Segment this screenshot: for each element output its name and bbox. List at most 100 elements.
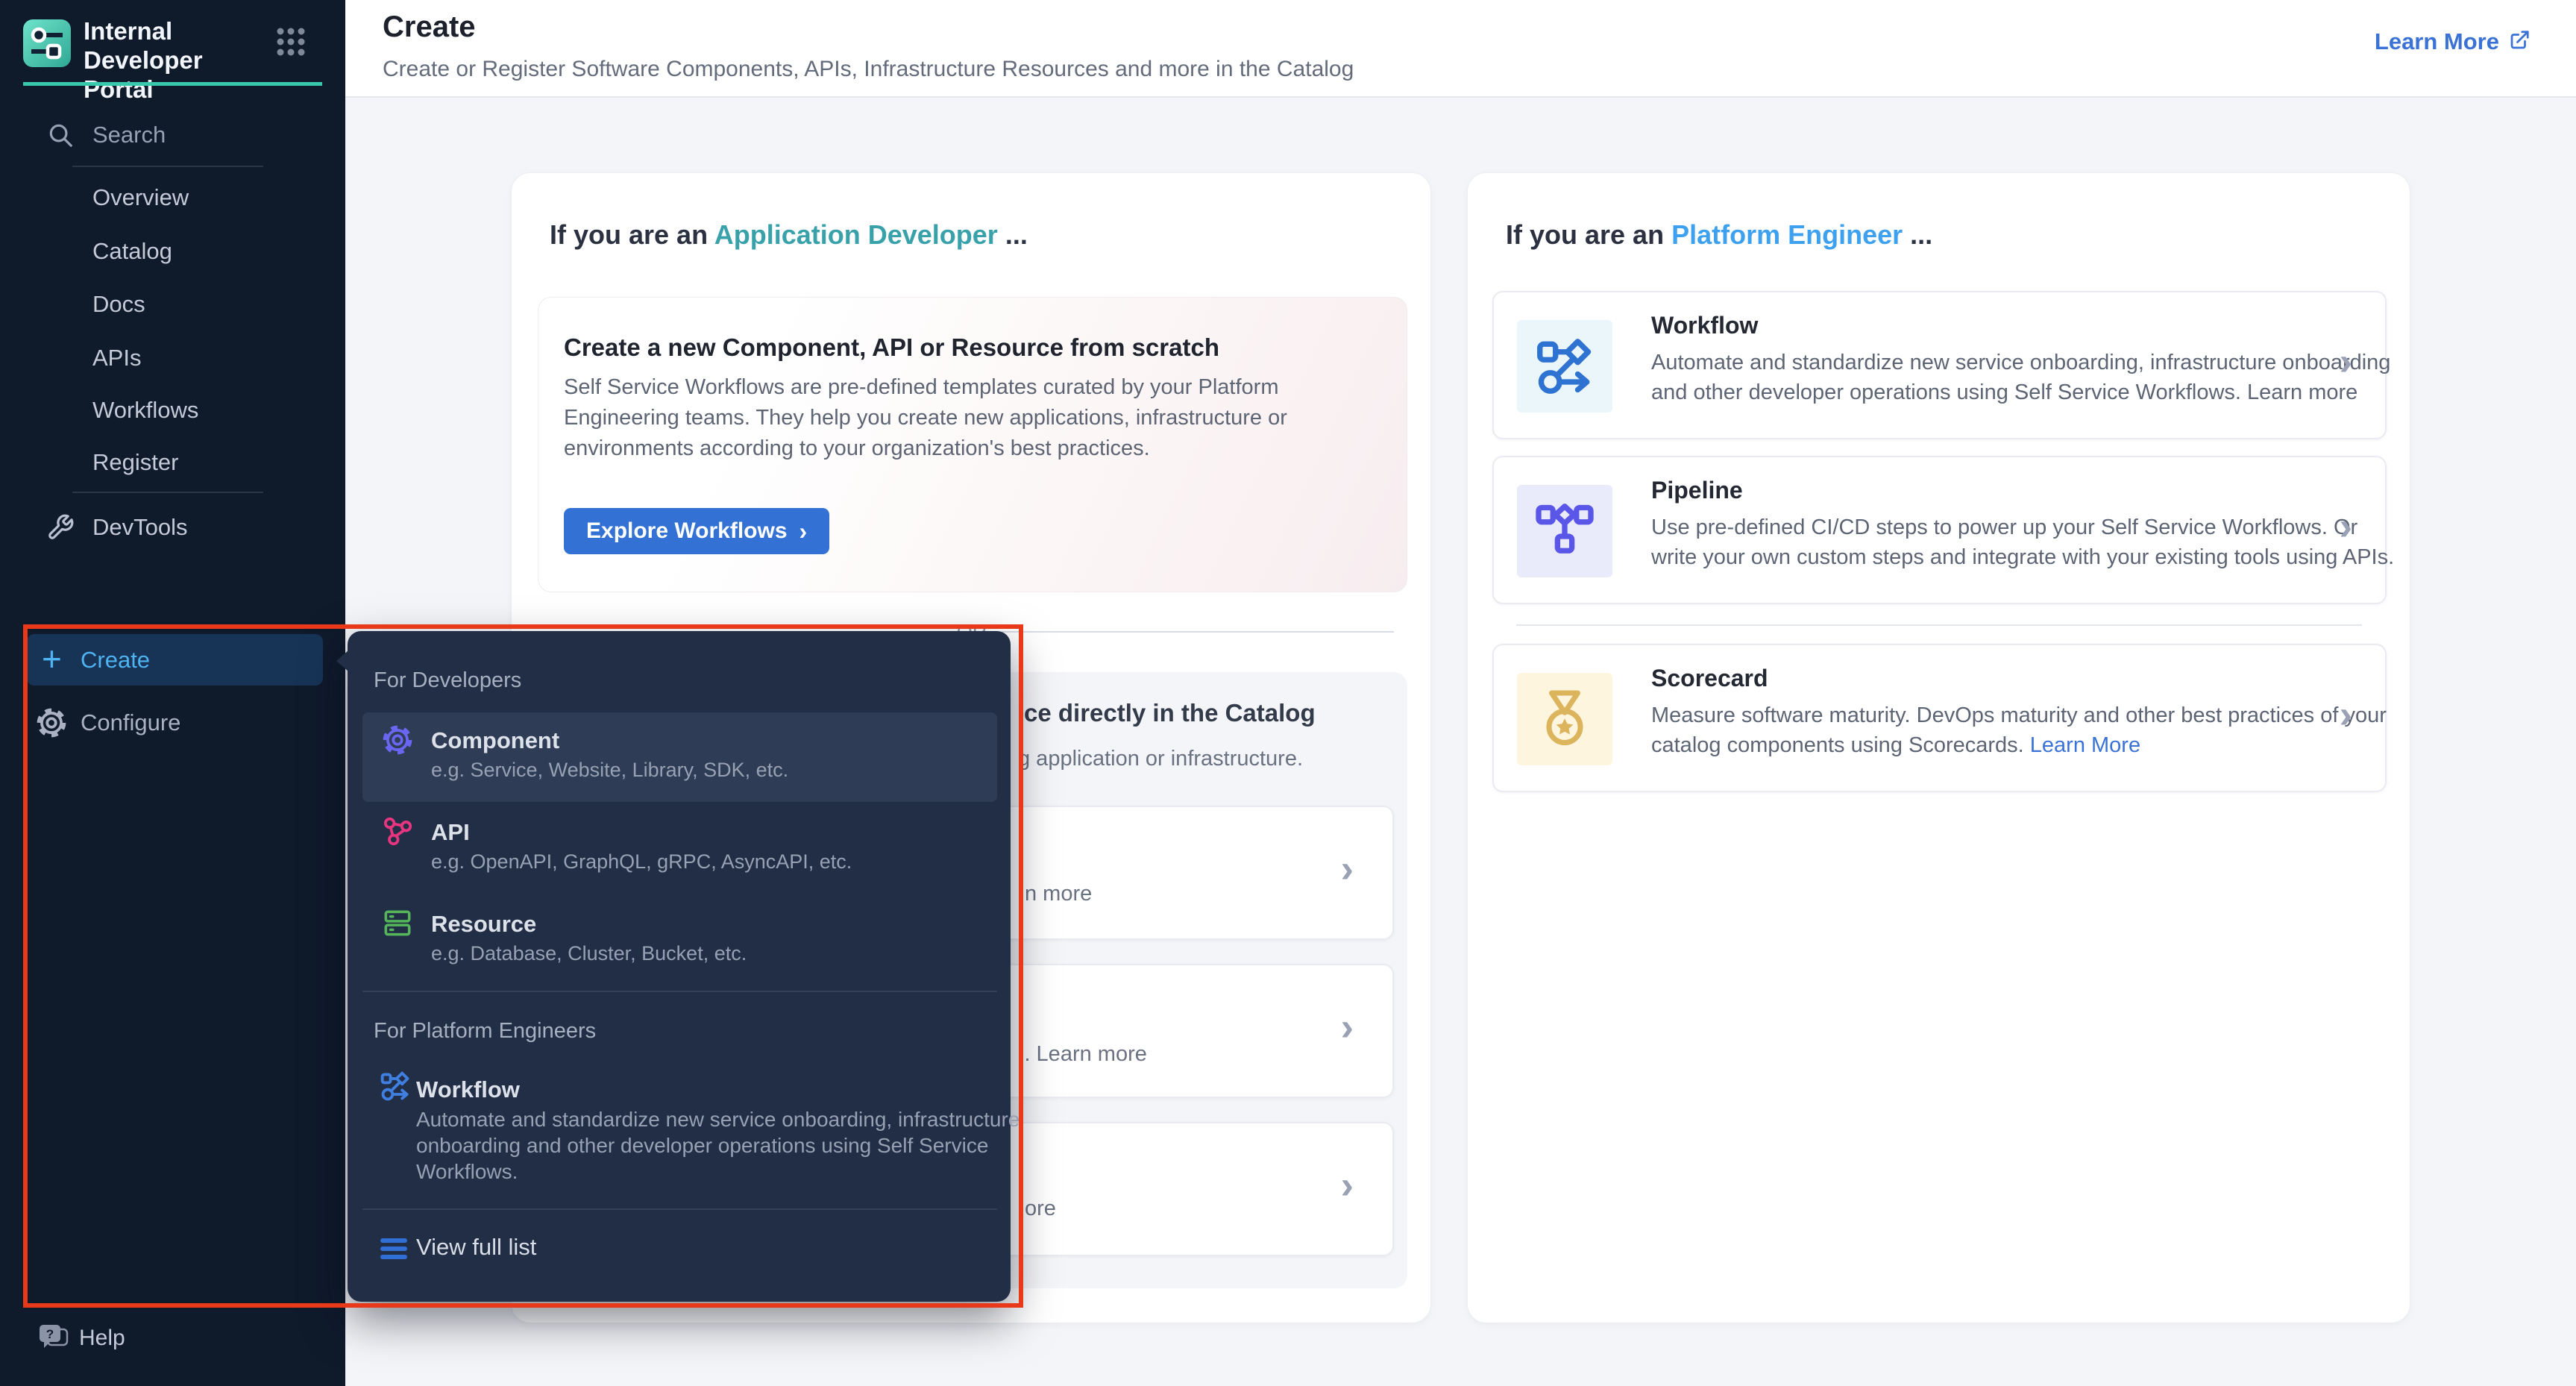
sidebar-divider <box>72 166 263 167</box>
chevron-right-icon: › <box>1341 847 1354 891</box>
help-label: Help <box>79 1319 125 1358</box>
card-text-fragment: n more <box>1025 882 1092 906</box>
flyout-item-title: API <box>431 819 470 846</box>
sidebar-item-label: Catalog <box>92 234 172 269</box>
chevron-right-icon: › <box>2340 339 2352 384</box>
row-description: Use pre-defined CI/CD steps to power up … <box>1651 512 2397 572</box>
api-icon <box>380 815 415 853</box>
heading-suffix: ... <box>998 219 1028 250</box>
sidebar-item-overview[interactable]: Overview <box>0 181 345 215</box>
chevron-right-icon: › <box>1341 1005 1354 1050</box>
row-divider <box>1516 624 2362 626</box>
flyout-item-subtitle: e.g. Service, Website, Library, SDK, etc… <box>431 759 788 782</box>
internal-developer-portal-app: Internal Developer Portal Search Overvie… <box>0 0 2576 1386</box>
learn-more-link[interactable]: Learn More <box>2375 28 2531 55</box>
flyout-divider <box>362 1208 997 1210</box>
scorecard-row[interactable]: Scorecard Measure software maturity. Dev… <box>1492 644 2387 792</box>
pipeline-icon <box>1517 485 1612 577</box>
sidebar-item-label: Register <box>92 445 178 480</box>
row-title: Scorecard <box>1651 665 1768 692</box>
flyout-item-api[interactable]: API e.g. OpenAPI, GraphQL, gRPC, AsyncAP… <box>362 804 997 894</box>
resource-icon <box>380 906 415 944</box>
row-title: Workflow <box>1651 312 1758 339</box>
heading-role: Application Developer <box>714 219 998 250</box>
explore-workflows-label: Explore Workflows <box>586 518 788 544</box>
sidebar-item-docs[interactable]: Docs <box>0 287 345 322</box>
platform-engineer-card: If you are an Platform Engineer ... Work… <box>1467 172 2410 1323</box>
explore-workflows-button[interactable]: Explore Workflows › <box>564 508 829 554</box>
register-heading-fragment: ce directly in the Catalog <box>1024 699 1316 727</box>
sidebar-item-apis[interactable]: APIs <box>0 341 345 375</box>
sidebar-accent-rule <box>23 82 322 86</box>
page-title: Create <box>383 10 476 44</box>
page-header: Create Create or Register Software Compo… <box>345 0 2576 98</box>
sidebar-item-label: Workflows <box>92 393 198 427</box>
sidebar-item-configure[interactable]: Configure <box>0 697 345 748</box>
sidebar-item-devtools[interactable]: DevTools <box>0 510 345 545</box>
flyout-workflow-title[interactable]: Workflow <box>416 1076 520 1103</box>
search-label: Search <box>92 118 166 152</box>
heading-role: Platform Engineer <box>1671 219 1903 250</box>
sidebar-item-register[interactable]: Register <box>0 445 345 480</box>
pipeline-row[interactable]: Pipeline Use pre-defined CI/CD steps to … <box>1492 456 2387 604</box>
row-description-text: Measure software maturity. DevOps maturi… <box>1651 703 2387 757</box>
view-full-list-item[interactable]: View full list <box>348 1228 1011 1273</box>
flyout-divider <box>362 991 997 992</box>
scratch-panel-description: Self Service Workflows are pre-defined t… <box>564 372 1388 464</box>
sidebar-item-create[interactable]: + Create <box>27 634 323 686</box>
app-logo <box>23 19 71 71</box>
learn-more-link[interactable]: Learn More <box>2030 733 2140 757</box>
search-icon <box>46 121 75 159</box>
card-text-fragment: l. Learn more <box>1020 1042 1147 1067</box>
sidebar-item-search[interactable]: Search <box>0 118 345 152</box>
sidebar-item-label: APIs <box>92 341 141 375</box>
flyout-workflow-description: Automate and standardize new service onb… <box>416 1106 1020 1185</box>
sidebar-item-label: Docs <box>92 287 145 322</box>
apps-grid-icon[interactable] <box>276 27 306 60</box>
sidebar-divider <box>72 492 263 493</box>
scorecard-icon <box>1517 673 1612 765</box>
card-text-fragment: ore <box>1025 1197 1056 1221</box>
svg-text:?: ? <box>46 1327 54 1341</box>
wrench-icon <box>46 513 75 551</box>
create-flyout-menu: For Developers Component e.g. Service, W… <box>348 631 1011 1302</box>
plus-icon: + <box>42 634 62 683</box>
flyout-item-resource[interactable]: Resource e.g. Database, Cluster, Bucket,… <box>362 896 997 985</box>
heading-prefix: If you are an <box>1506 219 1671 250</box>
heading-prefix: If you are an <box>550 219 714 250</box>
sidebar-item-workflows[interactable]: Workflows <box>0 393 345 427</box>
sidebar-item-help[interactable]: ? Help <box>0 1319 345 1359</box>
for-platform-engineers-header: For Platform Engineers <box>374 1019 596 1044</box>
flyout-arrow <box>336 650 348 671</box>
sidebar-header: Internal Developer Portal <box>0 0 345 82</box>
view-full-list-label: View full list <box>416 1234 536 1261</box>
component-gear-icon <box>380 723 415 761</box>
external-link-icon <box>2508 29 2531 55</box>
workflow-icon <box>379 1070 412 1106</box>
help-chat-icon: ? <box>36 1322 72 1358</box>
chevron-right-icon: › <box>1341 1163 1354 1208</box>
flyout-item-title: Resource <box>431 911 536 938</box>
chevron-right-icon: › <box>2340 504 2352 549</box>
scratch-panel-title: Create a new Component, API or Resource … <box>564 333 1219 362</box>
workflow-row[interactable]: Workflow Automate and standardize new se… <box>1492 291 2387 439</box>
page-subtitle: Create or Register Software Components, … <box>383 57 1354 82</box>
learn-more-label: Learn More <box>2375 28 2499 55</box>
sidebar: Internal Developer Portal Search Overvie… <box>0 0 345 1386</box>
chevron-right-icon: › <box>2340 692 2352 737</box>
create-from-scratch-panel: Create a new Component, API or Resource … <box>538 297 1407 592</box>
configure-label: Configure <box>81 697 180 748</box>
row-title: Pipeline <box>1651 477 1743 504</box>
for-developers-header: For Developers <box>374 668 521 693</box>
app-title: Internal Developer Portal <box>84 16 270 104</box>
devtools-label: DevTools <box>92 510 188 545</box>
register-subtitle-fragment: g application or infrastructure. <box>1018 747 1303 771</box>
flyout-item-title: Component <box>431 727 559 754</box>
divider-line <box>1002 631 1394 633</box>
platform-card-heading: If you are an Platform Engineer ... <box>1506 219 1932 251</box>
workflow-icon <box>1517 320 1612 413</box>
chevron-right-icon: › <box>799 518 808 545</box>
sidebar-item-catalog[interactable]: Catalog <box>0 234 345 269</box>
create-label: Create <box>81 634 150 686</box>
flyout-item-component[interactable]: Component e.g. Service, Website, Library… <box>362 712 997 802</box>
